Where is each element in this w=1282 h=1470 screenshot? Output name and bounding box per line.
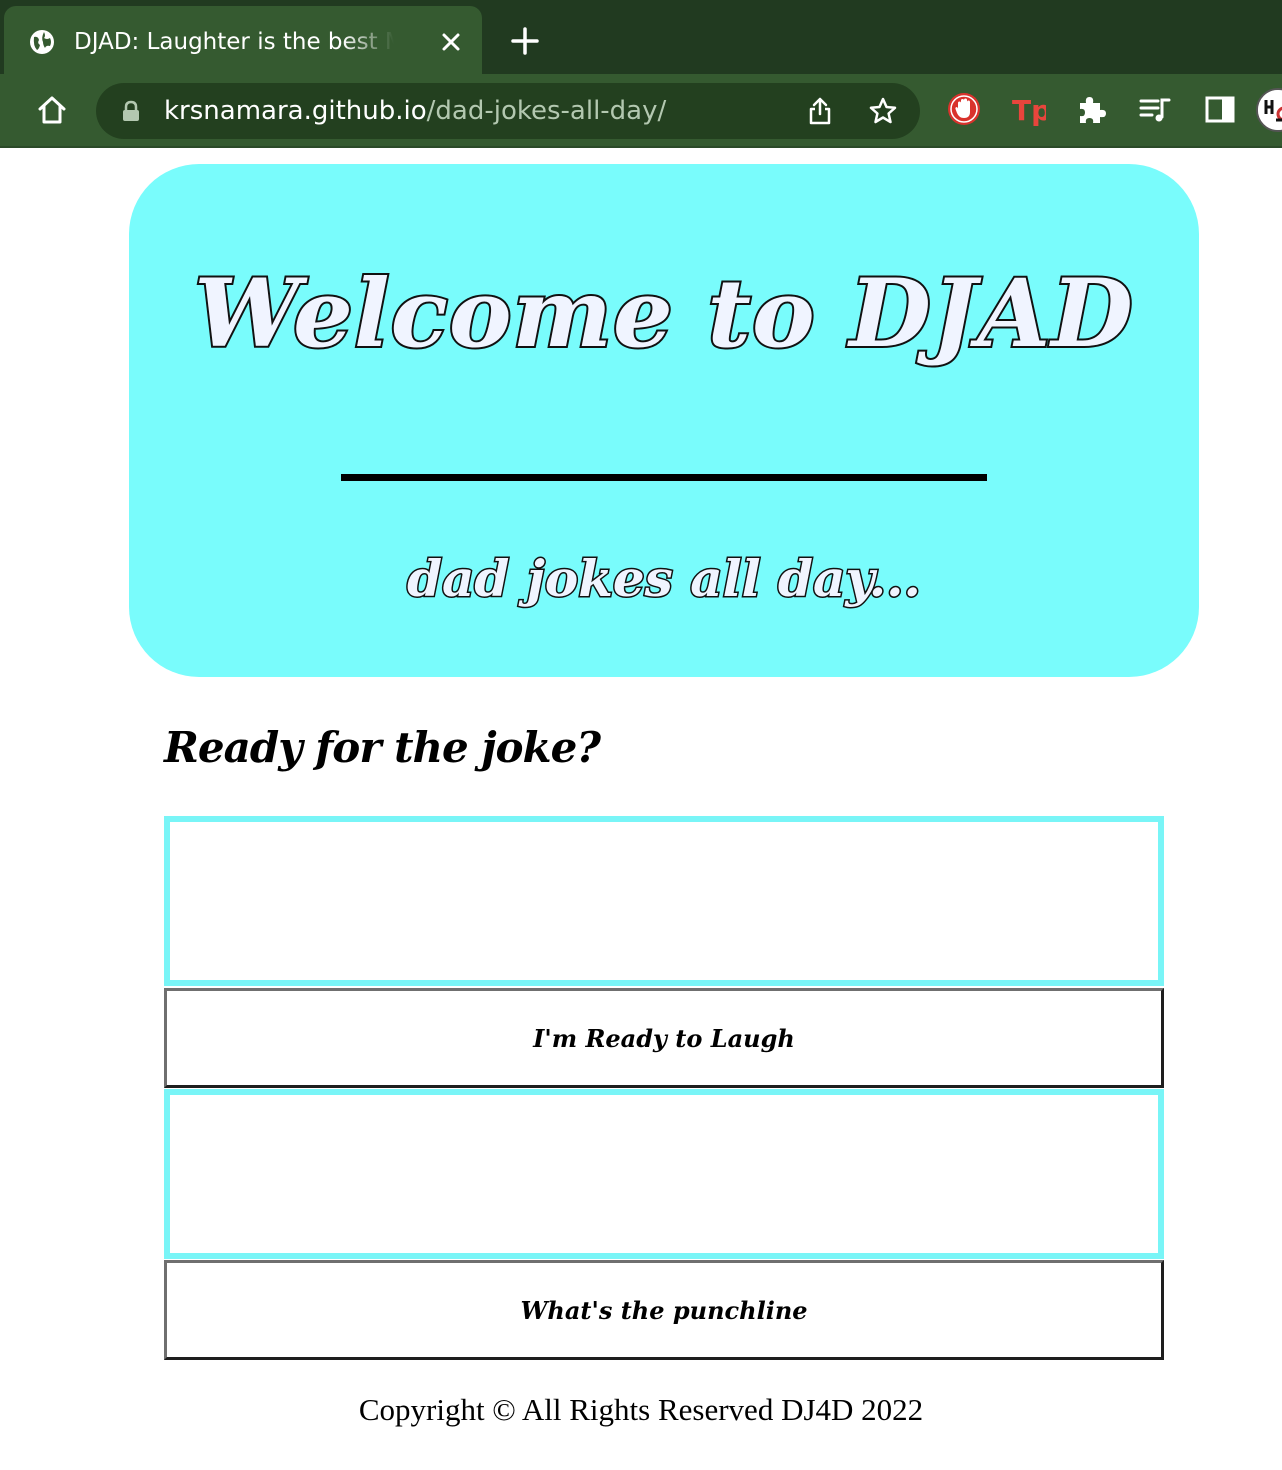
punchline-box [164,1089,1164,1259]
hero-divider [341,474,987,481]
url-host: krsnamara.github.io [164,96,427,126]
ready-button-label: I'm Ready to Laugh [533,1023,795,1053]
joke-setup-box [164,816,1164,986]
joke-setup-text [170,822,1158,862]
home-icon[interactable] [36,94,68,126]
globe-icon [30,30,54,54]
close-icon[interactable] [438,29,464,55]
punchline-button-label: What's the punchline [520,1295,808,1325]
lock-icon[interactable] [122,100,140,122]
browser-toolbar: krsnamara.github.io/dad-jokes-all-day/ T… [0,74,1282,148]
ready-to-laugh-button[interactable]: I'm Ready to Laugh [164,988,1164,1088]
tab-title: DJAD: Laughter is the best Medicine [74,29,394,55]
page-title: Welcome to DJAD [192,257,1135,371]
svg-text:Tp: Tp [1012,94,1046,127]
media-queue-icon[interactable] [1138,91,1174,127]
puzzle-icon[interactable] [1074,91,1110,127]
new-tab-plus-icon[interactable] [510,26,540,56]
stop-hand-icon[interactable] [946,91,982,127]
punchline-button[interactable]: What's the punchline [164,1260,1164,1360]
avatar-image-icon [1258,90,1282,130]
browser-tab[interactable]: DJAD: Laughter is the best Medicine [4,6,482,74]
share-icon[interactable] [806,96,834,126]
browser-tab-strip: DJAD: Laughter is the best Medicine [0,0,1282,74]
profile-avatar[interactable] [1256,88,1282,132]
punchline-text [170,1095,1158,1135]
hero-banner: Welcome to DJAD dad jokes all day... [129,164,1199,677]
tp-extension-icon[interactable]: Tp [1010,91,1046,127]
url-text[interactable]: krsnamara.github.io/dad-jokes-all-day/ [164,95,666,127]
joke-prompt-heading: Ready for the joke? [164,723,601,772]
footer-copyright: Copyright © All Rights Reserved DJ4D 202… [358,1392,924,1427]
bookmark-star-icon[interactable] [868,96,898,126]
address-bar[interactable]: krsnamara.github.io/dad-jokes-all-day/ [96,83,920,139]
hero-subtitle: dad jokes all day... [406,548,923,610]
sidebar-icon[interactable] [1202,91,1238,127]
url-path: /dad-jokes-all-day/ [426,96,667,126]
